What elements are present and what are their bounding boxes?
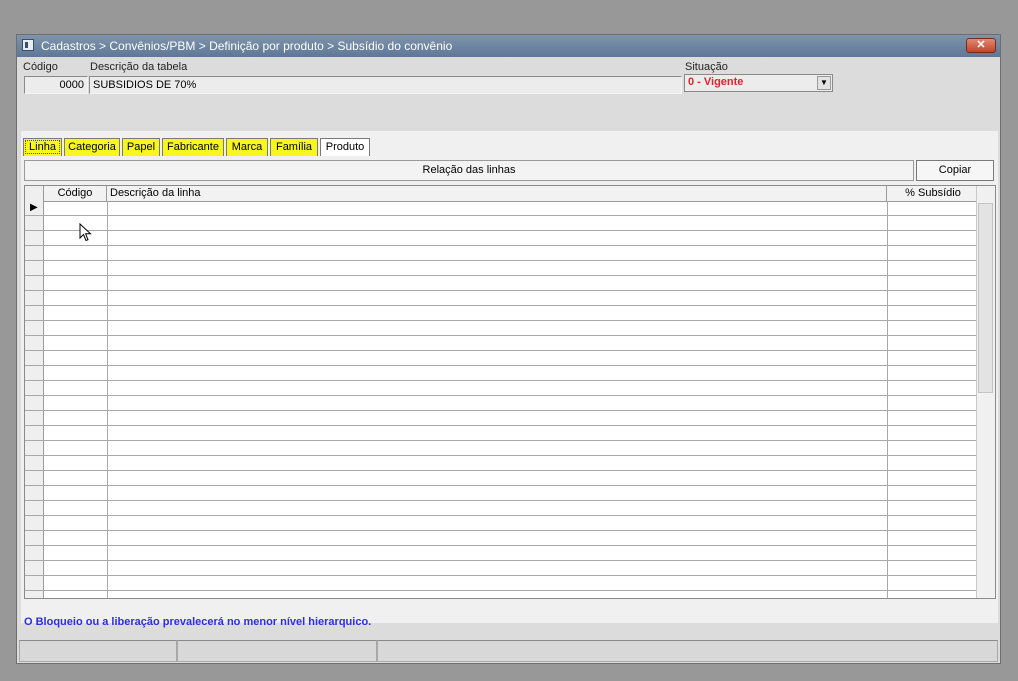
body-panel: Linha Categoria Papel Fabricante Marca F… bbox=[21, 131, 998, 623]
descricao-label: Descrição da tabela bbox=[90, 61, 188, 73]
table-row[interactable] bbox=[25, 426, 977, 441]
column-subsidio[interactable]: % Subsídio bbox=[887, 186, 979, 201]
table-row[interactable] bbox=[25, 261, 977, 276]
codigo-label: Código bbox=[23, 61, 58, 73]
row-indicator[interactable] bbox=[25, 276, 44, 290]
status-panel-1 bbox=[19, 640, 177, 662]
grid-body[interactable]: ▶ bbox=[25, 201, 977, 598]
vertical-scrollbar[interactable] bbox=[976, 186, 995, 598]
row-indicator[interactable] bbox=[25, 411, 44, 425]
table-row[interactable] bbox=[25, 456, 977, 471]
app-icon bbox=[22, 39, 34, 51]
table-row[interactable] bbox=[25, 441, 977, 456]
row-indicator[interactable] bbox=[25, 261, 44, 275]
dropdown-arrow-icon[interactable]: ▼ bbox=[817, 76, 831, 90]
tab-fabricante[interactable]: Fabricante bbox=[162, 138, 224, 156]
row-indicator[interactable] bbox=[25, 216, 44, 230]
table-row[interactable] bbox=[25, 276, 977, 291]
scrollbar-thumb[interactable] bbox=[978, 203, 993, 393]
main-window: Cadastros > Convênios/PBM > Definição po… bbox=[16, 34, 1001, 664]
status-bar bbox=[19, 640, 998, 662]
row-indicator[interactable] bbox=[25, 396, 44, 410]
table-row[interactable] bbox=[25, 486, 977, 501]
situacao-label: Situação bbox=[685, 61, 728, 73]
row-indicator[interactable] bbox=[25, 321, 44, 335]
table-row[interactable]: ▶ bbox=[25, 201, 977, 216]
table-row[interactable] bbox=[25, 216, 977, 231]
tab-familia[interactable]: Família bbox=[270, 138, 318, 156]
close-button[interactable]: ✕ bbox=[966, 38, 996, 53]
table-row[interactable] bbox=[25, 321, 977, 336]
tab-papel[interactable]: Papel bbox=[122, 138, 160, 156]
tab-categoria[interactable]: Categoria bbox=[64, 138, 120, 156]
table-row[interactable] bbox=[25, 471, 977, 486]
table-row[interactable] bbox=[25, 306, 977, 321]
grid-corner bbox=[25, 186, 44, 201]
situacao-value: 0 - Vigente bbox=[688, 76, 744, 88]
table-row[interactable] bbox=[25, 351, 977, 366]
row-indicator[interactable] bbox=[25, 231, 44, 245]
descricao-field[interactable]: SUBSIDIOS DE 70% bbox=[89, 76, 682, 94]
table-row[interactable] bbox=[25, 336, 977, 351]
row-indicator[interactable]: ▶ bbox=[25, 201, 44, 215]
table-row[interactable] bbox=[25, 561, 977, 576]
table-row[interactable] bbox=[25, 231, 977, 246]
copiar-button[interactable]: Copiar bbox=[916, 160, 994, 181]
status-panel-3 bbox=[377, 640, 998, 662]
tab-marca[interactable]: Marca bbox=[226, 138, 268, 156]
column-divider bbox=[887, 201, 888, 598]
table-row[interactable] bbox=[25, 501, 977, 516]
table-row[interactable] bbox=[25, 246, 977, 261]
table-row[interactable] bbox=[25, 546, 977, 561]
table-row[interactable] bbox=[25, 531, 977, 546]
situacao-select[interactable]: 0 - Vigente ▼ bbox=[684, 74, 833, 92]
mouse-cursor-icon bbox=[79, 223, 92, 242]
row-indicator[interactable] bbox=[25, 366, 44, 380]
column-divider bbox=[107, 201, 108, 598]
row-indicator[interactable] bbox=[25, 306, 44, 320]
status-panel-2 bbox=[177, 640, 377, 662]
row-indicator[interactable] bbox=[25, 516, 44, 530]
row-indicator[interactable] bbox=[25, 381, 44, 395]
row-indicator[interactable] bbox=[25, 561, 44, 575]
column-descricao[interactable]: Descrição da linha bbox=[107, 186, 887, 201]
table-row[interactable] bbox=[25, 366, 977, 381]
row-indicator[interactable] bbox=[25, 336, 44, 350]
relacao-header-button[interactable]: Relação das linhas bbox=[24, 160, 914, 181]
row-pointer-icon: ▶ bbox=[30, 202, 38, 213]
row-indicator[interactable] bbox=[25, 546, 44, 560]
codigo-field[interactable]: 0000 bbox=[24, 76, 88, 94]
window-title: Cadastros > Convênios/PBM > Definição po… bbox=[41, 39, 453, 53]
row-indicator[interactable] bbox=[25, 456, 44, 470]
table-row[interactable] bbox=[25, 411, 977, 426]
row-indicator[interactable] bbox=[25, 246, 44, 260]
row-indicator[interactable] bbox=[25, 576, 44, 590]
footer-note: O Bloqueio ou a liberação prevalecerá no… bbox=[24, 616, 372, 628]
title-bar: Cadastros > Convênios/PBM > Definição po… bbox=[17, 35, 1000, 57]
lines-grid[interactable]: Código Descrição da linha % Subsídio ▶ bbox=[24, 185, 996, 599]
row-indicator[interactable] bbox=[25, 501, 44, 515]
table-row[interactable] bbox=[25, 591, 977, 598]
table-row[interactable] bbox=[25, 291, 977, 306]
row-indicator[interactable] bbox=[25, 441, 44, 455]
row-indicator[interactable] bbox=[25, 426, 44, 440]
row-indicator[interactable] bbox=[25, 351, 44, 365]
grid-header: Código Descrição da linha % Subsídio bbox=[25, 186, 977, 202]
tab-produto[interactable]: Produto bbox=[320, 138, 370, 156]
row-indicator[interactable] bbox=[25, 591, 44, 598]
table-row[interactable] bbox=[25, 576, 977, 591]
column-codigo[interactable]: Código bbox=[44, 186, 107, 201]
table-row[interactable] bbox=[25, 396, 977, 411]
tab-linha[interactable]: Linha bbox=[23, 138, 62, 156]
row-indicator[interactable] bbox=[25, 471, 44, 485]
row-indicator[interactable] bbox=[25, 291, 44, 305]
table-row[interactable] bbox=[25, 516, 977, 531]
table-row[interactable] bbox=[25, 381, 977, 396]
close-icon: ✕ bbox=[976, 39, 986, 51]
header-panel: Código 0000 Descrição da tabela SUBSIDIO… bbox=[21, 57, 998, 129]
row-indicator[interactable] bbox=[25, 486, 44, 500]
row-indicator[interactable] bbox=[25, 531, 44, 545]
